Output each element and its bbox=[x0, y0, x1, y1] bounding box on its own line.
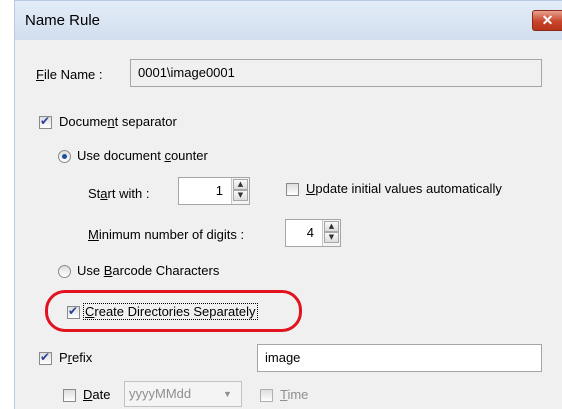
use-barcode-characters-radio[interactable] bbox=[58, 265, 71, 278]
start-with-down-button[interactable]: ▼ bbox=[233, 190, 248, 201]
date-format-value: yyyyMMdd bbox=[129, 386, 192, 401]
update-initial-values-checkbox[interactable] bbox=[286, 183, 299, 196]
use-document-counter-radio[interactable] bbox=[58, 150, 71, 163]
use-barcode-characters-label[interactable]: Use Barcode Characters bbox=[77, 263, 219, 278]
update-initial-values-label[interactable]: Update initial values automatically bbox=[306, 181, 502, 196]
close-button[interactable]: ✕ bbox=[532, 10, 562, 31]
create-directories-checkbox[interactable] bbox=[67, 304, 80, 319]
date-checkbox[interactable] bbox=[63, 389, 76, 402]
date-format-select[interactable]: yyyyMMdd ▼ bbox=[124, 381, 242, 407]
time-label[interactable]: Time bbox=[280, 387, 308, 402]
time-checkbox[interactable] bbox=[260, 389, 273, 402]
minimum-digits-down-button[interactable]: ▼ bbox=[324, 232, 339, 243]
chevron-down-icon: ▼ bbox=[223, 389, 232, 399]
prefix-checkbox[interactable] bbox=[39, 350, 52, 365]
start-with-up-button[interactable]: ▲ bbox=[233, 179, 248, 190]
window-title: Name Rule bbox=[25, 12, 101, 29]
file-name-field: 0001\image0001 bbox=[130, 59, 542, 87]
minimum-digits-value: 4 bbox=[306, 225, 314, 240]
document-separator-checkbox[interactable] bbox=[39, 114, 52, 129]
minimum-digits-label: Minimum number of digits : bbox=[88, 227, 245, 242]
prefix-label[interactable]: Prefix bbox=[59, 350, 92, 365]
start-with-label: Start with : bbox=[88, 186, 150, 201]
create-directories-label[interactable]: Create Directories Separately bbox=[83, 303, 258, 320]
use-document-counter-label[interactable]: Use document counter bbox=[77, 148, 208, 163]
minimum-digits-spin-buttons: ▲ ▼ bbox=[322, 220, 340, 246]
file-name-label: File Name : bbox=[36, 67, 103, 82]
start-with-value: 1 bbox=[215, 183, 223, 198]
date-label[interactable]: Date bbox=[83, 387, 110, 402]
prefix-input[interactable]: image bbox=[257, 344, 542, 372]
close-icon: ✕ bbox=[541, 12, 554, 28]
document-separator-label[interactable]: Document separator bbox=[59, 114, 177, 129]
start-with-spin-buttons: ▲ ▼ bbox=[231, 178, 249, 204]
minimum-digits-up-button[interactable]: ▲ bbox=[324, 221, 339, 232]
